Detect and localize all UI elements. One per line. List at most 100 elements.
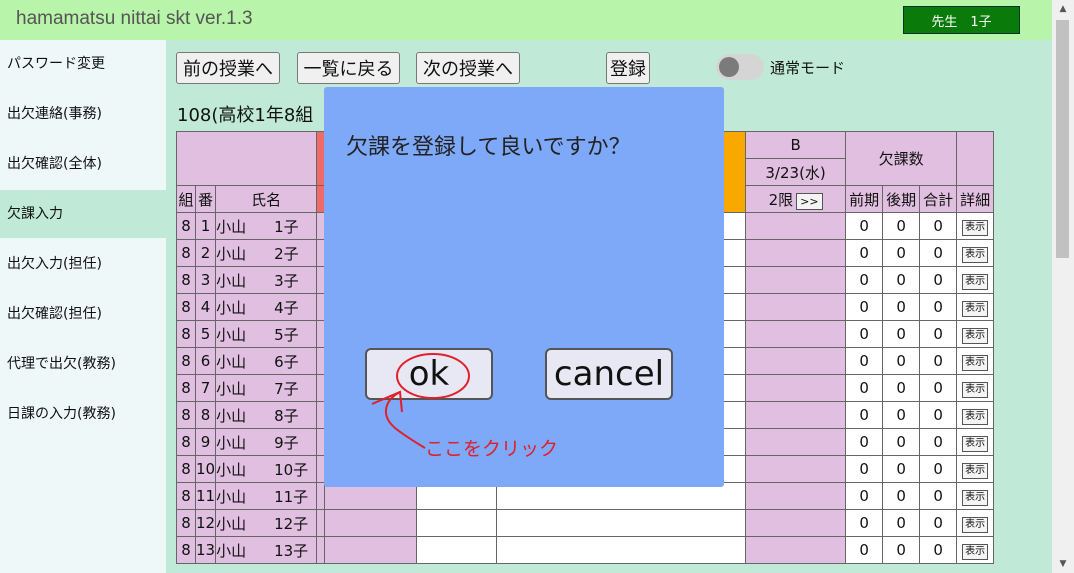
cell-family-name: 小山 [216, 433, 247, 452]
show-detail-button[interactable]: 表示 [962, 409, 989, 425]
confirm-dialog: 欠課を登録して良いですか？ ok cancel [324, 87, 724, 487]
cell-second: 0 [882, 266, 921, 294]
cell-input[interactable] [416, 509, 498, 537]
show-detail-button[interactable]: 表示 [962, 301, 989, 317]
sidebar-item[interactable]: 代理で出欠(教務) [0, 340, 166, 388]
cell-second: 0 [882, 428, 921, 456]
cell-prev-col [324, 509, 418, 537]
user-badge[interactable]: 先生 1子 [903, 6, 1020, 34]
cell-first: 0 [845, 482, 884, 510]
mode-toggle[interactable] [716, 54, 764, 80]
cell-family-name: 小山 [216, 298, 247, 317]
next-period-button[interactable]: >> [796, 192, 823, 210]
cell-b[interactable] [745, 374, 847, 402]
cell-second: 0 [882, 374, 921, 402]
header-kumi: 組 [176, 185, 196, 213]
cell-red-col [316, 509, 326, 537]
cell-given-name: 4子 [274, 298, 299, 317]
show-detail-button[interactable]: 表示 [962, 220, 989, 236]
cell-kumi: 8 [176, 455, 196, 483]
show-detail-button[interactable]: 表示 [962, 436, 989, 452]
cell-detail: 表示 [956, 320, 995, 348]
cell-b[interactable] [745, 266, 847, 294]
cell-b[interactable] [745, 401, 847, 429]
sidebar-item[interactable]: 出欠入力(担任) [0, 240, 166, 288]
show-detail-button[interactable]: 表示 [962, 490, 989, 506]
cell-first: 0 [845, 212, 884, 240]
sidebar-item[interactable]: 日課の入力(教務) [0, 390, 166, 438]
cell-input-wide[interactable] [496, 509, 747, 537]
cell-kumi: 8 [176, 374, 196, 402]
cell-b[interactable] [745, 536, 847, 564]
cell-first: 0 [845, 455, 884, 483]
next-class-button[interactable]: 次の授業へ [416, 52, 520, 84]
header-total: 合計 [919, 185, 958, 213]
cell-b[interactable] [745, 428, 847, 456]
cell-detail: 表示 [956, 428, 995, 456]
cell-second: 0 [882, 401, 921, 429]
cancel-button[interactable]: cancel [545, 348, 673, 400]
show-detail-button[interactable]: 表示 [962, 274, 989, 290]
table-row: 8 12 小山 12子 0 0 0 表示 [176, 509, 995, 537]
cell-ban: 10 [194, 455, 217, 483]
show-detail-button[interactable]: 表示 [962, 517, 989, 533]
cell-b[interactable] [745, 212, 847, 240]
show-detail-button[interactable]: 表示 [962, 382, 989, 398]
cell-kumi: 8 [176, 320, 196, 348]
cell-b[interactable] [745, 455, 847, 483]
cell-kumi: 8 [176, 509, 196, 537]
sidebar-item[interactable]: 出欠確認(全体) [0, 140, 166, 188]
scroll-down-icon[interactable]: ▼ [1052, 555, 1074, 573]
cell-ban: 2 [194, 239, 217, 267]
show-detail-button[interactable]: 表示 [962, 247, 989, 263]
cell-red-col [316, 536, 326, 564]
show-detail-button[interactable]: 表示 [962, 328, 989, 344]
sidebar-item[interactable]: 欠課入力 [0, 190, 166, 238]
cell-input-wide[interactable] [496, 536, 747, 564]
sidebar-item[interactable]: パスワード変更 [0, 40, 166, 88]
vertical-scrollbar[interactable]: ▲ ▼ [1052, 0, 1074, 573]
show-detail-button[interactable]: 表示 [962, 355, 989, 371]
cell-name: 小山 7子 [215, 374, 318, 402]
ok-button[interactable]: ok [365, 348, 493, 400]
cell-given-name: 1子 [274, 217, 299, 236]
cell-b[interactable] [745, 320, 847, 348]
cell-total: 0 [919, 455, 958, 483]
cell-prev-col [324, 536, 418, 564]
scroll-up-icon[interactable]: ▲ [1052, 0, 1074, 18]
cell-detail: 表示 [956, 266, 995, 294]
cell-second: 0 [882, 212, 921, 240]
cell-first: 0 [845, 374, 884, 402]
scroll-thumb[interactable] [1056, 20, 1069, 258]
cell-total: 0 [919, 293, 958, 321]
cell-first: 0 [845, 509, 884, 537]
cell-given-name: 12子 [274, 514, 309, 533]
show-detail-button[interactable]: 表示 [962, 463, 989, 479]
cell-family-name: 小山 [216, 541, 247, 560]
header-absences: 欠課数 [845, 131, 958, 186]
cell-ban: 3 [194, 266, 217, 294]
sidebar-item[interactable]: 出欠連絡(事務) [0, 90, 166, 138]
cell-kumi: 8 [176, 239, 196, 267]
cell-b[interactable] [745, 347, 847, 375]
back-to-list-button[interactable]: 一覧に戻る [297, 52, 400, 84]
cell-input[interactable] [416, 536, 498, 564]
cell-first: 0 [845, 347, 884, 375]
cell-b[interactable] [745, 239, 847, 267]
cell-first: 0 [845, 293, 884, 321]
cell-b[interactable] [745, 509, 847, 537]
show-detail-button[interactable]: 表示 [962, 544, 989, 560]
cell-first: 0 [845, 428, 884, 456]
cell-kumi: 8 [176, 293, 196, 321]
cell-detail: 表示 [956, 347, 995, 375]
register-button[interactable]: 登録 [606, 52, 650, 84]
cell-b[interactable] [745, 482, 847, 510]
cell-given-name: 5子 [274, 325, 299, 344]
header-detail: 詳細 [956, 185, 995, 213]
cell-detail: 表示 [956, 401, 995, 429]
sidebar-item[interactable]: 出欠確認(担任) [0, 290, 166, 338]
cell-b[interactable] [745, 293, 847, 321]
cell-name: 小山 4子 [215, 293, 318, 321]
prev-class-button[interactable]: 前の授業へ [176, 52, 280, 84]
cell-name: 小山 2子 [215, 239, 318, 267]
